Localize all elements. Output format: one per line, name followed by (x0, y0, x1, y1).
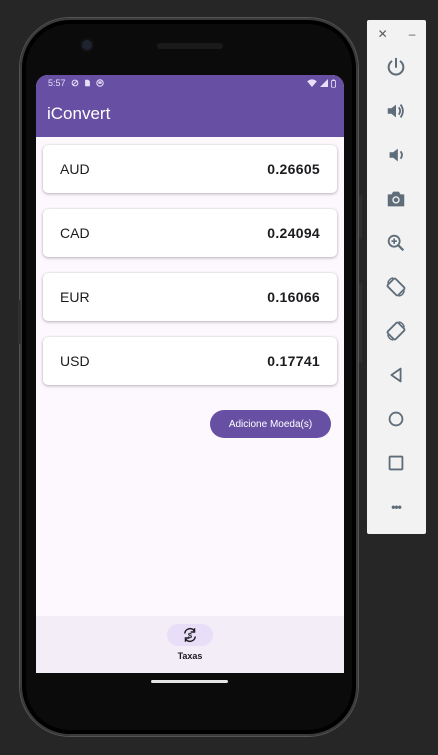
data-saver-icon (71, 79, 78, 87)
currency-code: CAD (60, 225, 90, 241)
currency-code: AUD (60, 161, 90, 177)
rate-value: 0.16066 (267, 289, 320, 305)
wifi-icon (307, 79, 317, 87)
overview-button[interactable] (382, 449, 410, 477)
rotate-right-icon (386, 321, 406, 341)
rotate-right-button[interactable] (382, 317, 410, 345)
status-left: 5:57 (48, 78, 104, 88)
front-camera (82, 40, 92, 50)
battery-icon (331, 78, 336, 88)
more-icon: ••• (391, 500, 402, 514)
status-bar: 5:57 (36, 75, 344, 91)
volume-up-icon (387, 104, 404, 118)
emulator-toolbar: ✕ – ••• (367, 20, 426, 534)
rate-card-cad[interactable]: CAD 0.24094 (43, 209, 337, 257)
zoom-in-icon (387, 234, 405, 252)
camera-icon (387, 191, 405, 207)
rate-card-usd[interactable]: USD 0.17741 (43, 337, 337, 385)
power-icon (387, 57, 405, 76)
minimize-icon[interactable]: – (409, 27, 416, 41)
rate-card-eur[interactable]: EUR 0.16066 (43, 273, 337, 321)
volume-down-icon (389, 148, 403, 162)
power-button[interactable] (382, 53, 410, 81)
device-left-button (18, 300, 21, 344)
top-app-bar: iConvert (36, 91, 344, 137)
status-time: 5:57 (48, 78, 66, 88)
rate-card-aud[interactable]: AUD 0.26605 (43, 145, 337, 193)
rotate-left-button[interactable] (382, 273, 410, 301)
rate-value: 0.17741 (267, 353, 320, 369)
earpiece-speaker (157, 43, 223, 49)
device-side-button-bottom (359, 283, 362, 363)
overview-square-icon (388, 455, 404, 471)
nav-item-taxas[interactable]: $ Taxas (164, 624, 216, 668)
currency-exchange-icon: $ (184, 627, 196, 643)
close-icon[interactable]: ✕ (378, 27, 388, 41)
device-side-button-top (359, 195, 362, 239)
volume-up-button[interactable] (382, 97, 410, 125)
add-currency-button[interactable]: Adicione Moeda(s) (210, 410, 331, 438)
home-circle-icon (388, 411, 404, 427)
nav-label: Taxas (177, 651, 203, 661)
zoom-button[interactable] (382, 229, 410, 257)
more-options-button[interactable]: ••• (382, 493, 410, 521)
rate-value: 0.26605 (267, 161, 320, 177)
nav-active-indicator: $ (167, 624, 213, 646)
bottom-navigation: $ Taxas (36, 616, 344, 673)
rates-list: AUD 0.26605 CAD 0.24094 EUR 0.16066 USD … (43, 145, 337, 401)
rate-value: 0.24094 (267, 225, 320, 241)
app-screen: 5:57 iConvert AUD 0.26605 CAD 0.24094 EU… (36, 75, 344, 673)
notification-icon (95, 79, 104, 87)
currency-code: EUR (60, 289, 90, 305)
volume-down-button[interactable] (382, 141, 410, 169)
app-title: iConvert (47, 104, 111, 123)
status-right (307, 78, 336, 88)
back-triangle-icon (390, 367, 402, 383)
emulator-window-controls: ✕ – (367, 24, 426, 44)
gesture-home-bar[interactable] (151, 680, 228, 683)
signal-icon (320, 79, 328, 87)
back-button[interactable] (382, 361, 410, 389)
home-button[interactable] (382, 405, 410, 433)
screenshot-button[interactable] (382, 185, 410, 213)
sim-card-icon (84, 79, 90, 87)
rotate-left-icon (386, 277, 406, 297)
currency-code: USD (60, 353, 90, 369)
